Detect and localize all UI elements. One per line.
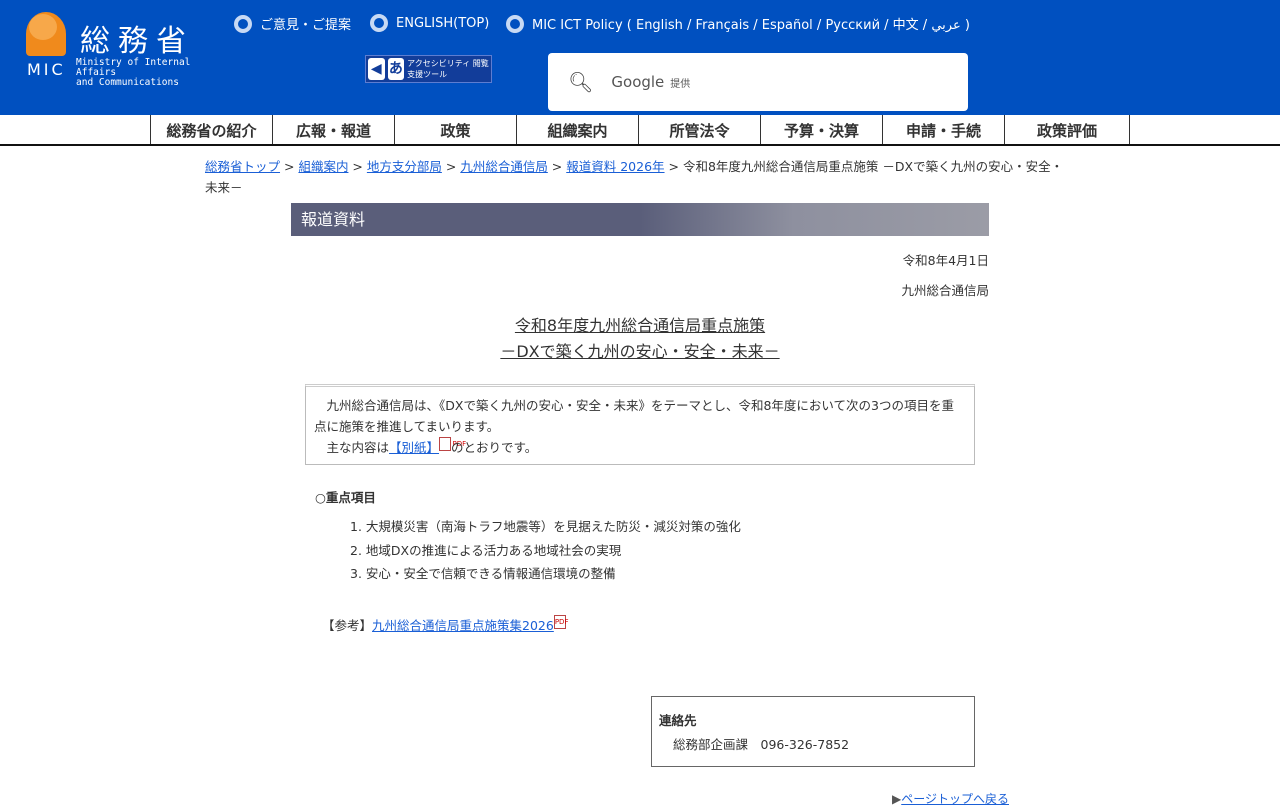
header: 総務省 MIC Ministry of Internal Affairs and … bbox=[0, 0, 1280, 115]
ict-policy-link[interactable]: MIC ICT Policy ( English / Français / Es… bbox=[506, 14, 970, 33]
release-date: 令和8年4月1日 bbox=[902, 253, 989, 268]
intro-text: のとおりです。 bbox=[451, 440, 538, 455]
nav-laws[interactable]: 所管法令 bbox=[638, 115, 760, 144]
radio-bullet-icon bbox=[234, 14, 252, 33]
reference: 【参考】九州総合通信局重点施策集2026PDF bbox=[322, 615, 568, 634]
search-brand-suffix: 提供 bbox=[670, 78, 691, 90]
contact-title: 連絡先 bbox=[659, 713, 697, 728]
logo-emblem bbox=[26, 12, 66, 56]
search-brand: Google bbox=[611, 73, 665, 91]
reference-link[interactable]: 九州総合通信局重点施策集2026 bbox=[372, 618, 554, 633]
nav-about[interactable]: 総務省の紹介 bbox=[150, 115, 272, 144]
breadcrumb-link[interactable]: 地方支分部局 bbox=[367, 159, 442, 174]
points-list: 1. 大規模災害（南海トラフ地震等）を見据えた防災・減災対策の強化 2. 地域D… bbox=[350, 515, 741, 586]
pdf-icon: PDF bbox=[553, 615, 568, 629]
english-link[interactable]: ENGLISH(TOP) bbox=[370, 14, 489, 32]
nav-press[interactable]: 広報・報道 bbox=[272, 115, 394, 144]
contact-dept: 総務部企画課 bbox=[673, 737, 749, 752]
contact-phone: 096-326-7852 bbox=[760, 737, 850, 752]
page-top-text[interactable]: ページトップへ戻る bbox=[901, 792, 1009, 806]
issuer: 九州総合通信局 bbox=[901, 283, 989, 298]
opinion-link[interactable]: ご意見・ご提案 bbox=[234, 14, 351, 33]
page-top-link[interactable]: ▶ページトップへ戻る bbox=[892, 790, 1009, 807]
speaker-icon: ◀ bbox=[368, 58, 385, 80]
accessibility-tool-button[interactable]: ◀ あアクセシビリティ 閲覧支援ツール bbox=[365, 55, 492, 83]
nav-policy[interactable]: 政策 bbox=[394, 115, 516, 144]
page-title: 令和8年度九州総合通信局重点施策 －DXで築く九州の安心・安全・未来－ bbox=[500, 316, 780, 361]
radio-bullet-icon bbox=[370, 14, 388, 32]
section-title: 報道資料 bbox=[291, 203, 989, 236]
breadcrumb-link[interactable]: 九州総合通信局 bbox=[460, 159, 548, 174]
hiragana-icon: あ bbox=[387, 58, 405, 80]
points-heading: ○重点項目 bbox=[315, 490, 376, 505]
intro-text: 九州総合通信局は、《DXで築く九州の安心・安全・未来》をテーマとし、令和8年度に… bbox=[314, 398, 954, 434]
nav-applications[interactable]: 申請・手続 bbox=[882, 115, 1004, 144]
accessibility-label: アクセシビリティ 閲覧支援ツール bbox=[407, 59, 489, 79]
contact-box: 連絡先 総務部企画課 096-326-7852 bbox=[651, 696, 975, 767]
list-item: 3. 安心・安全で信頼できる情報通信環境の整備 bbox=[350, 566, 616, 581]
breadcrumb-link[interactable]: 総務省トップ bbox=[205, 159, 280, 174]
logo-english: Ministry of Internal Affairs and Communic… bbox=[76, 57, 191, 88]
list-item: 1. 大規模災害（南海トラフ地震等）を見据えた防災・減災対策の強化 bbox=[350, 519, 741, 534]
breadcrumb-link[interactable]: 組織案内 bbox=[298, 159, 348, 174]
nav-evaluation[interactable]: 政策評価 bbox=[1004, 115, 1130, 144]
breadcrumb-link[interactable]: 報道資料 2026年 bbox=[566, 159, 664, 174]
search-input[interactable]: 🔍︎ Google 提供 bbox=[548, 53, 968, 111]
global-nav: 総務省の紹介 広報・報道 政策 組織案内 所管法令 予算・決算 申請・手続 政策… bbox=[0, 115, 1280, 146]
triangle-icon: ▶ bbox=[892, 792, 902, 806]
nav-budget[interactable]: 予算・決算 bbox=[760, 115, 882, 144]
logo-abbr: MIC bbox=[27, 60, 66, 79]
mic-logo[interactable]: 総務省 MIC Ministry of Internal Affairs and … bbox=[26, 12, 211, 88]
pdf-icon: PDF bbox=[439, 437, 466, 451]
radio-bullet-icon bbox=[506, 14, 524, 33]
intro-text: 主な内容は bbox=[326, 440, 390, 455]
breadcrumb: 総務省トップ > 組織案内 > 地方支分部局 > 九州総合通信局 > 報道資料 … bbox=[205, 159, 1064, 195]
attachment-link[interactable]: 【別紙】 bbox=[389, 440, 439, 455]
list-item: 2. 地域DXの推進による活力ある地域社会の実現 bbox=[350, 542, 622, 558]
search-icon: 🔍︎ bbox=[568, 70, 594, 94]
logo-text: 総務省 bbox=[80, 24, 194, 59]
intro-box: 九州総合通信局は、《DXで築く九州の安心・安全・未来》をテーマとし、令和8年度に… bbox=[305, 384, 975, 465]
nav-organization[interactable]: 組織案内 bbox=[516, 115, 638, 144]
